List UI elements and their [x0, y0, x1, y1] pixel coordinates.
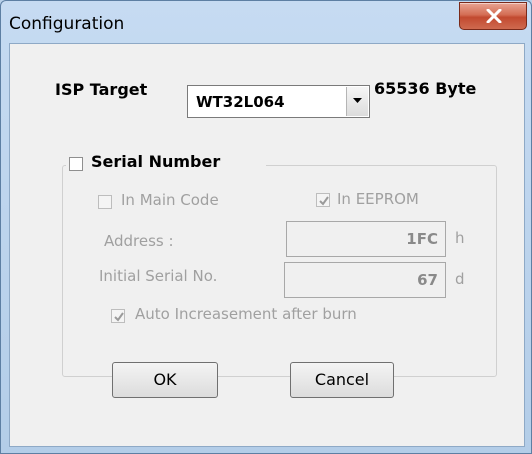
- initial-serial-label: Initial Serial No.: [99, 267, 218, 285]
- main-code-label: In Main Code: [121, 191, 219, 209]
- eeprom-checkbox[interactable]: [316, 193, 330, 207]
- address-label: Address :: [104, 232, 174, 250]
- auto-increase-label: Auto Increasement after burn: [135, 305, 357, 323]
- isp-target-value: WT32L064: [196, 93, 285, 111]
- configuration-window: Configuration ISP Target WT32L064 65536 …: [0, 0, 532, 454]
- isp-size-label: 65536 Byte: [374, 79, 477, 98]
- serial-number-checkbox[interactable]: [69, 157, 83, 171]
- address-field[interactable]: 1FC: [286, 221, 446, 257]
- main-code-checkbox[interactable]: [98, 195, 112, 209]
- initial-serial-value: 67: [417, 271, 438, 289]
- close-icon: [486, 9, 502, 23]
- window-title: Configuration: [9, 14, 125, 34]
- isp-target-select[interactable]: WT32L064: [187, 85, 370, 118]
- initial-serial-unit: d: [455, 270, 465, 288]
- ok-button[interactable]: OK: [112, 362, 218, 398]
- eeprom-label: In EEPROM: [337, 190, 419, 208]
- dialog-body: ISP Target WT32L064 65536 Byte Serial Nu…: [9, 43, 525, 447]
- dropdown-button[interactable]: [346, 87, 368, 116]
- isp-target-label: ISP Target: [55, 80, 148, 99]
- serial-number-label: Serial Number: [91, 152, 221, 171]
- chevron-down-icon: [353, 98, 362, 103]
- address-unit: h: [455, 229, 465, 247]
- cancel-button[interactable]: Cancel: [290, 362, 394, 398]
- auto-increase-checkbox[interactable]: [111, 309, 125, 323]
- checkmark-icon: [319, 196, 329, 206]
- checkmark-icon: [114, 312, 124, 322]
- close-button[interactable]: [459, 2, 527, 30]
- address-value: 1FC: [406, 230, 438, 248]
- initial-serial-field[interactable]: 67: [284, 262, 446, 298]
